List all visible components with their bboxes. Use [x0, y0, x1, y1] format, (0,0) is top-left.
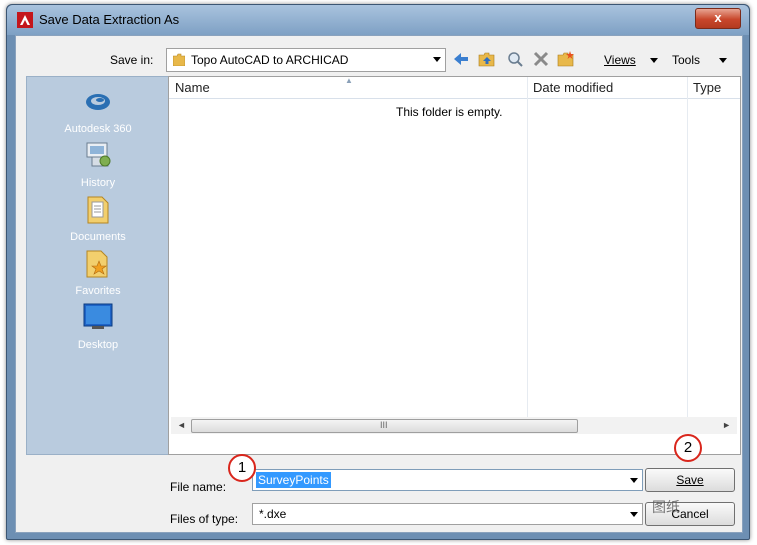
dialog-window: Save Data Extraction As x Save in: Topo …: [6, 4, 750, 540]
new-folder-icon[interactable]: [557, 50, 575, 68]
dialog-body: Save in: Topo AutoCAD to ARCHICAD Views: [15, 35, 743, 533]
file-name-input[interactable]: SurveyPoints: [252, 469, 643, 491]
save-in-label: Save in:: [110, 53, 154, 67]
save-in-dropdown[interactable]: Topo AutoCAD to ARCHICAD: [166, 48, 446, 72]
column-divider: [687, 77, 688, 417]
views-menu[interactable]: Views: [604, 53, 636, 67]
close-button[interactable]: x: [695, 8, 741, 29]
delete-icon[interactable]: [532, 50, 550, 68]
places-bar: Autodesk 360 History Documents Favorites…: [26, 76, 170, 455]
callout-marker-2: 2: [674, 434, 702, 462]
column-divider: [527, 77, 528, 417]
place-label: Documents: [70, 231, 126, 243]
favorites-folder-icon: [86, 250, 108, 278]
save-in-value: Topo AutoCAD to ARCHICAD: [191, 53, 349, 67]
place-label: History: [80, 177, 116, 189]
column-header-type[interactable]: Type: [687, 77, 740, 99]
title-bar[interactable]: Save Data Extraction As x: [7, 5, 749, 35]
file-type-label: Files of type:: [170, 512, 239, 526]
scroll-thumb[interactable]: III: [191, 419, 578, 433]
scroll-right-icon[interactable]: ►: [722, 420, 731, 430]
file-list[interactable]: Name ▲ Date modified Type This folder is…: [168, 76, 741, 455]
sort-up-icon: ▲: [345, 76, 353, 85]
scroll-grip: III: [380, 420, 388, 430]
desktop-icon: [83, 303, 113, 329]
empty-folder-message: This folder is empty.: [396, 105, 503, 119]
place-label: Autodesk 360: [64, 123, 132, 135]
documents-folder-icon: [87, 196, 109, 224]
save-button[interactable]: Save: [645, 468, 735, 492]
horizontal-scrollbar[interactable]: ◄ III ►: [171, 417, 737, 434]
column-header-name[interactable]: Name ▲: [169, 76, 527, 99]
views-chevron-down-icon[interactable]: [650, 58, 658, 63]
up-folder-icon[interactable]: [478, 50, 496, 68]
place-label: Desktop: [77, 339, 119, 351]
history-icon: [86, 142, 111, 167]
dialog-title: Save Data Extraction As: [39, 12, 180, 27]
search-web-icon[interactable]: [506, 50, 524, 68]
file-type-value: *.dxe: [259, 507, 287, 521]
file-name-label: File name:: [170, 480, 227, 494]
tools-chevron-down-icon[interactable]: [719, 58, 727, 63]
place-label: Favorites: [75, 285, 121, 297]
autodesk-360-icon: [86, 94, 110, 110]
file-type-select[interactable]: *.dxe: [252, 503, 643, 525]
column-header-date-modified[interactable]: Date modified: [527, 77, 687, 99]
chevron-down-icon[interactable]: [630, 512, 638, 517]
chevron-down-icon[interactable]: [630, 478, 638, 483]
callout-marker-1: 1: [228, 454, 256, 482]
folder-icon: [173, 53, 185, 66]
back-icon[interactable]: [452, 50, 470, 68]
tools-menu[interactable]: Tools: [672, 53, 700, 67]
autocad-app-icon: [17, 12, 33, 28]
scroll-left-icon[interactable]: ◄: [177, 420, 186, 430]
file-name-selected-text: SurveyPoints: [256, 472, 331, 488]
watermark: 图纸: [652, 499, 680, 515]
chevron-down-icon[interactable]: [433, 57, 441, 62]
